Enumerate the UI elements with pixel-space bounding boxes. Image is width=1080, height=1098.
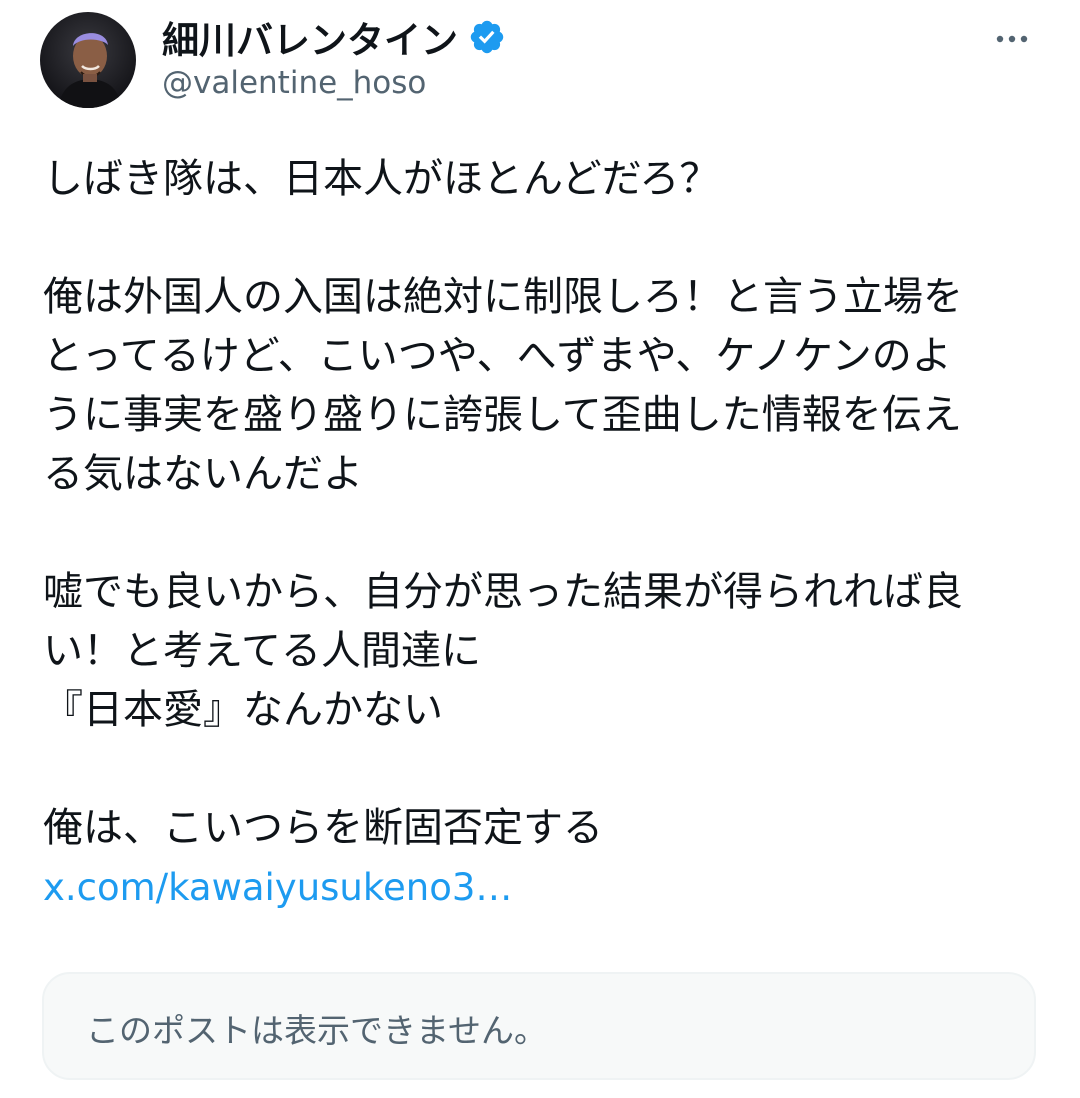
tweet-line: [43, 209, 1043, 268]
user-handle[interactable]: @valentine_hoso: [162, 65, 426, 101]
verified-badge-icon: [468, 18, 506, 56]
tweet-line: 『日本愛』なんかない: [43, 687, 443, 733]
tweet-line: とってるけど、こいつや、へずまや、ケノケンのよ: [43, 333, 952, 379]
quoted-post-message: このポストは表示できません。: [86, 1011, 548, 1050]
tweet-line: うに事実を盛り盛りに誇張して歪曲した情報を伝え: [43, 392, 962, 438]
tweet-link[interactable]: x.com/kawaiyusukeno3…: [43, 858, 1043, 917]
display-name[interactable]: 細川バレンタイン: [162, 10, 458, 64]
avatar[interactable]: [40, 12, 136, 108]
quoted-post-unavailable[interactable]: このポストは表示できません。: [42, 972, 1036, 1080]
tweet-line: しばき隊は、日本人がほとんどだろ？: [43, 156, 720, 202]
tweet-line: [43, 740, 1043, 799]
name-row: 細川バレンタイン: [162, 12, 506, 62]
tweet-line: [43, 504, 1043, 563]
tweet-line: る気はないんだよ: [43, 451, 363, 497]
tweet-line: い！と考えてる人間達に: [43, 628, 481, 674]
tweet-text: しばき隊は、日本人がほとんどだろ？ 俺は外国人の入国は絶対に制限しろ！と言う立場…: [43, 150, 1043, 917]
tweet-header: 細川バレンタイン @valentine_hoso: [40, 10, 1040, 110]
tweet-line: 俺は外国人の入国は絶対に制限しろ！と言う立場を: [43, 274, 963, 320]
tweet-line: 俺は、こいつらを断固否定する: [43, 805, 603, 851]
profile-photo-icon: [40, 12, 136, 108]
tweet-line: 嘘でも良いから、自分が思った結果が得られれば良: [43, 569, 963, 615]
more-options-icon[interactable]: [992, 24, 1032, 54]
